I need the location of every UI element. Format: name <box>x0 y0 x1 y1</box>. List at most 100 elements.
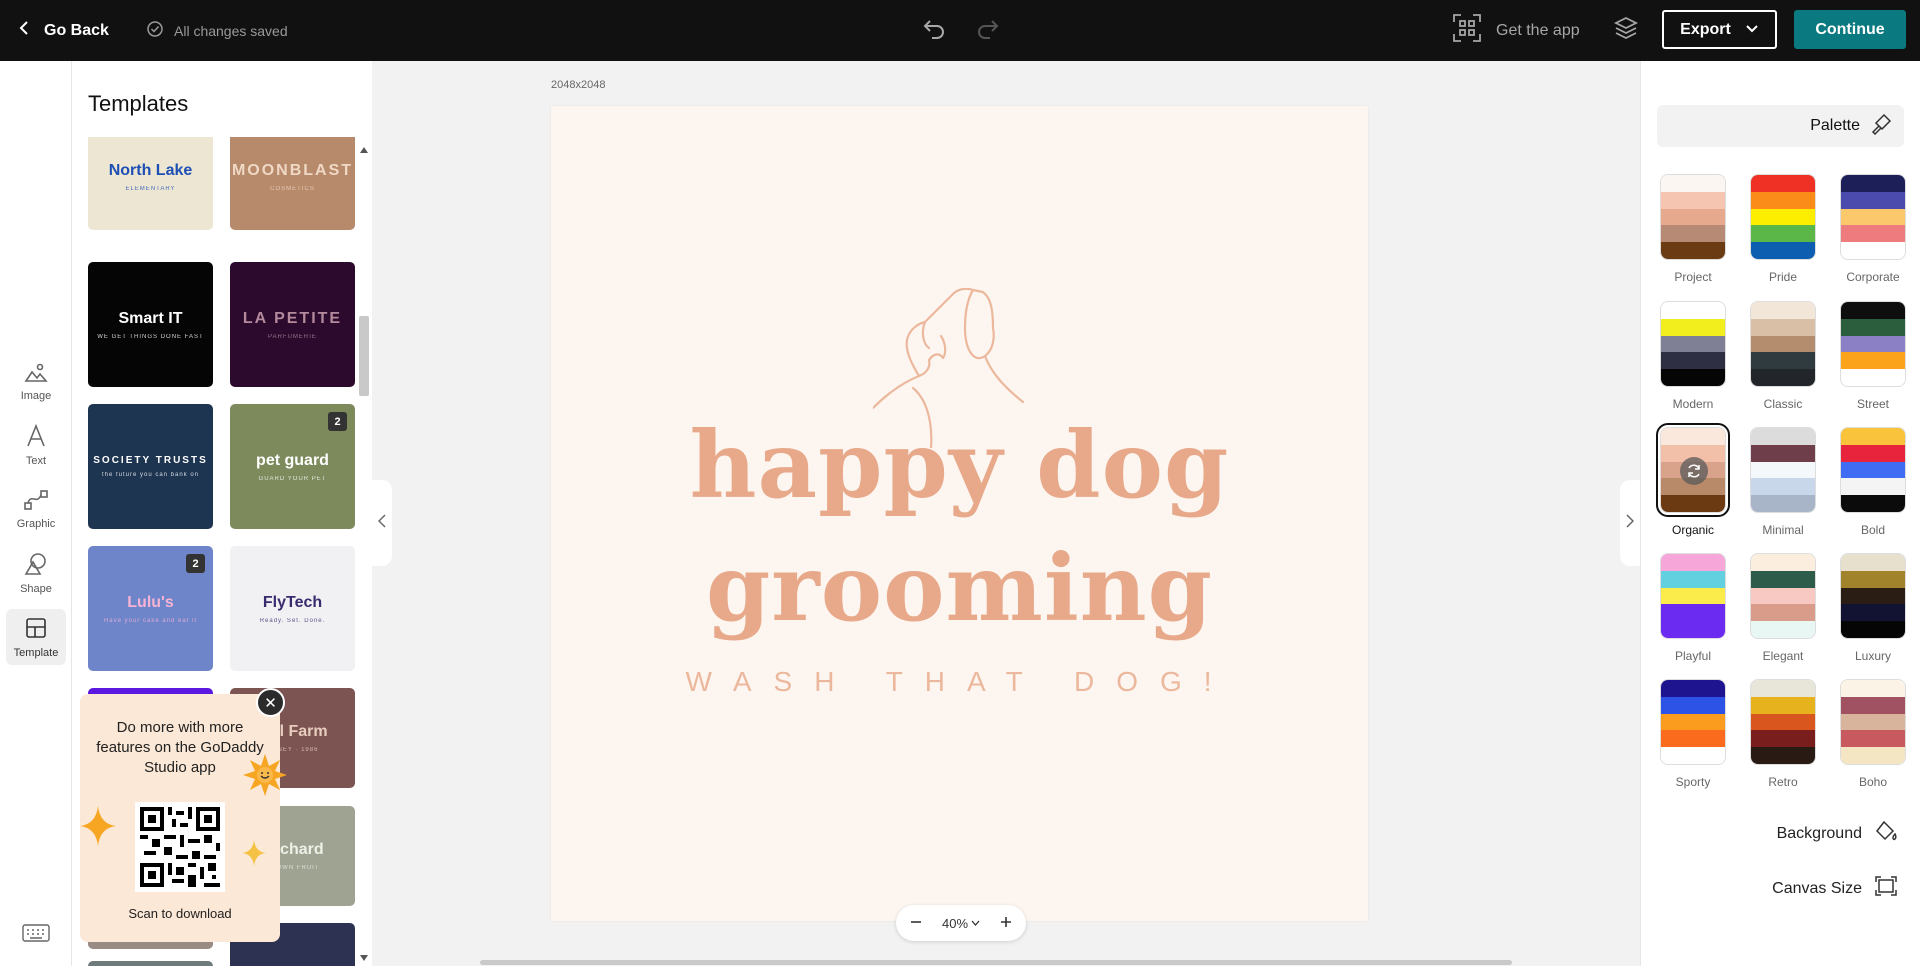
rail-item-text[interactable]: Text <box>6 417 66 473</box>
refresh-icon[interactable] <box>1680 457 1708 485</box>
palette-swatch <box>1656 423 1730 517</box>
sparkle-icon <box>80 806 116 851</box>
rail-item-shape[interactable]: Shape <box>6 545 66 601</box>
continue-button[interactable]: Continue <box>1794 10 1906 49</box>
zoom-control: 40% <box>896 905 1026 941</box>
palette-option-street[interactable]: Street <box>1840 301 1906 411</box>
template-card[interactable]: MOONBLAST COSMETICS <box>230 137 355 230</box>
export-label: Export <box>1680 20 1731 38</box>
zoom-level-dropdown[interactable]: 40% <box>942 916 980 931</box>
headline-line-2[interactable]: grooming <box>551 534 1368 642</box>
template-tagline: COSMETICS <box>270 185 315 192</box>
rail-item-label: Shape <box>20 582 52 595</box>
background-option[interactable]: Background <box>1777 819 1898 848</box>
template-tagline: Ready. Set. Done. <box>259 617 326 624</box>
template-name: Lulu's <box>127 593 174 611</box>
palette-label: Bold <box>1860 523 1886 537</box>
tagline[interactable]: WASH THAT DOG! <box>551 666 1368 698</box>
rail-item-image[interactable]: Image <box>6 353 66 409</box>
keyboard-shortcuts-button[interactable] <box>22 923 50 943</box>
go-back-button[interactable]: Go Back <box>18 0 109 61</box>
template-name: SOCIETY TRUSTS <box>93 455 208 466</box>
palette-label: Street <box>1856 397 1889 411</box>
palette-label: Elegant <box>1762 649 1804 663</box>
chevron-left-icon <box>377 513 386 533</box>
qr-scan-icon <box>1452 13 1482 48</box>
template-name: North Lake <box>108 161 193 179</box>
template-card[interactable]: Smart IT WE GET THINGS DONE FAST <box>88 262 213 387</box>
palette-option-retro[interactable]: Retro <box>1750 679 1816 789</box>
palette-option-pride[interactable]: Pride <box>1750 174 1816 284</box>
redo-button[interactable] <box>972 14 1004 46</box>
palette-swatch <box>1840 553 1906 639</box>
template-icon <box>24 616 48 643</box>
close-button[interactable]: ✕ <box>256 688 285 717</box>
page-count-badge: 2 <box>186 554 205 573</box>
canvas-size-option[interactable]: Canvas Size <box>1772 875 1898 902</box>
template-card[interactable] <box>88 961 213 966</box>
image-icon <box>24 361 48 386</box>
palette-option-bold[interactable]: Bold <box>1840 427 1906 537</box>
palette-label: Corporate <box>1846 270 1900 284</box>
collapse-left-panel-button[interactable] <box>372 480 392 566</box>
palette-option-luxury[interactable]: Luxury <box>1840 553 1906 663</box>
layers-icon <box>1613 15 1639 46</box>
export-button[interactable]: Export <box>1662 10 1777 49</box>
palette-header[interactable]: Palette <box>1657 105 1904 147</box>
promo-text: Do more with more features on the GoDadd… <box>96 719 264 776</box>
palette-option-corporate[interactable]: Corporate <box>1840 174 1906 284</box>
canvas-horizontal-scrollbar[interactable] <box>480 960 1512 965</box>
palette-swatch <box>1840 301 1906 387</box>
template-name: MOONBLAST <box>231 161 354 179</box>
sparkle-icon <box>242 840 266 871</box>
rail-item-graphic[interactable]: Graphic <box>6 481 66 537</box>
template-card[interactable]: pet guard GUARD YOUR PET 2 <box>230 404 355 529</box>
template-card[interactable]: LA PETITE PARFUMERIE <box>230 262 355 387</box>
palette-swatch <box>1660 553 1726 639</box>
scroll-thumb[interactable] <box>359 316 369 396</box>
undo-button[interactable] <box>918 14 950 46</box>
palette-label: Project <box>1674 270 1712 284</box>
headline-line-1[interactable]: happy dog <box>551 411 1368 519</box>
palette-swatch <box>1840 174 1906 260</box>
chevron-left-icon <box>18 20 30 41</box>
template-card[interactable]: North Lake ELEMENTARY <box>88 137 213 230</box>
template-card[interactable]: Lulu's Have your cake and eat it 2 <box>88 546 213 671</box>
palette-swatch <box>1750 427 1816 513</box>
close-icon: ✕ <box>264 694 277 712</box>
rail-item-label: Image <box>20 389 52 402</box>
templates-scrollbar[interactable] <box>357 136 371 961</box>
qr-code <box>135 802 225 892</box>
palette-option-project[interactable]: Project <box>1660 174 1726 284</box>
palette-option-sporty[interactable]: Sporty <box>1660 679 1726 789</box>
palette-label: Palette <box>1810 117 1860 134</box>
resize-icon <box>1874 875 1898 902</box>
collapse-right-panel-button[interactable] <box>1620 480 1640 566</box>
layers-button[interactable] <box>1610 14 1642 46</box>
save-status: All changes saved <box>146 0 288 61</box>
template-name: pet guard <box>256 451 329 469</box>
zoom-level: 40% <box>941 915 969 931</box>
palette-option-elegant[interactable]: Elegant <box>1750 553 1816 663</box>
minus-icon <box>911 920 921 923</box>
template-tagline: the future you can bank on <box>101 472 200 478</box>
palette-option-minimal[interactable]: Minimal <box>1750 427 1816 537</box>
palette-option-classic[interactable]: Classic <box>1750 301 1816 411</box>
template-card[interactable]: SOCIETY TRUSTS the future you can bank on <box>88 404 213 529</box>
design-artboard[interactable]: happy dog grooming WASH THAT DOG! <box>551 106 1368 921</box>
palette-option-modern[interactable]: Modern <box>1660 301 1726 411</box>
zoom-in-button[interactable] <box>1000 916 1012 931</box>
palette-option-boho[interactable]: Boho <box>1840 679 1906 789</box>
rail-item-template[interactable]: Template <box>6 609 66 665</box>
paint-roller-icon <box>1870 113 1892 140</box>
scroll-up-icon <box>360 140 368 158</box>
zoom-out-button[interactable] <box>910 916 922 931</box>
top-bar: Go Back All changes saved Get the app Ex… <box>0 0 1920 61</box>
palette-swatch <box>1660 174 1726 260</box>
palette-option-organic[interactable]: Organic <box>1656 423 1730 537</box>
palette-option-playful[interactable]: Playful <box>1660 553 1726 663</box>
template-card[interactable]: FlyTech Ready. Set. Done. <box>230 546 355 671</box>
get-the-app-button[interactable]: Get the app <box>1452 0 1580 61</box>
template-tagline: ELEMENTARY <box>125 185 176 192</box>
paint-bucket-icon <box>1874 819 1898 848</box>
